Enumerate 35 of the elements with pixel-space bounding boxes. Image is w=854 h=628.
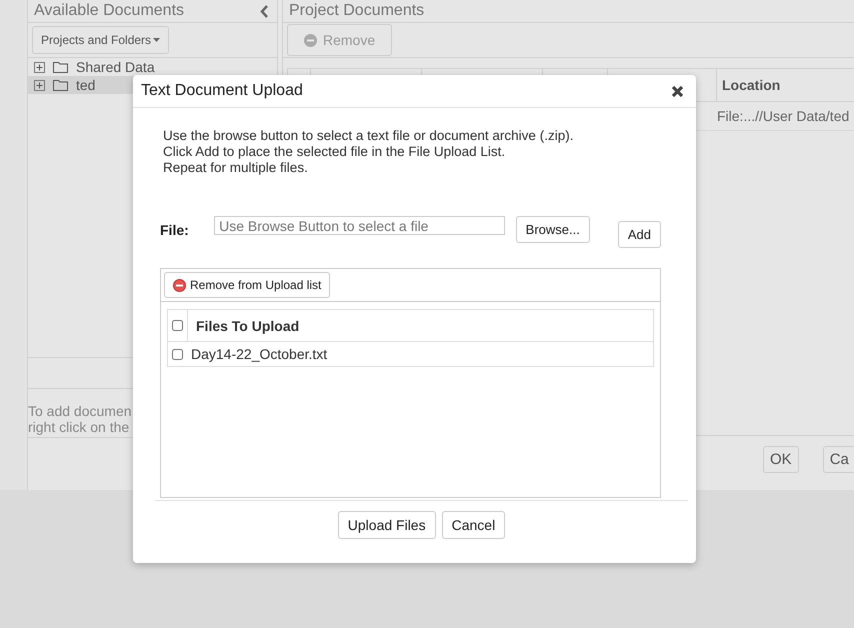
folder-icon — [53, 61, 68, 73]
row-checkbox[interactable] — [172, 348, 183, 360]
expand-icon[interactable] — [34, 62, 45, 72]
column-header: Files To Upload — [187, 310, 300, 341]
footer-button[interactable]: OK — [763, 446, 799, 473]
close-icon[interactable] — [671, 84, 684, 98]
hint-text: right click on the — [28, 419, 130, 435]
tree-label: ted — [76, 77, 96, 93]
remove-from-list-button[interactable]: Remove from Upload list — [164, 272, 330, 298]
hint-text: To add documen — [28, 403, 133, 419]
tree-item[interactable]: Shared Data — [28, 58, 177, 76]
tree-label: Shared Data — [76, 59, 155, 75]
remove-icon — [173, 278, 186, 292]
panel-title: Project Documents — [289, 2, 424, 20]
expand-icon[interactable] — [34, 80, 45, 90]
table-cell-text: File:...//User Data/ted — [717, 107, 850, 126]
instruction-text: Click Add to place the selected file in the File Upload List. — [163, 144, 506, 160]
minus-circle-icon — [304, 34, 317, 46]
panel-title: Available Documents — [34, 2, 184, 20]
folder-icon — [53, 79, 68, 91]
instruction-text: Use the browse button to select a text file or document archive (.zip). — [163, 128, 574, 144]
add-button[interactable]: Add — [618, 221, 661, 248]
column-header: Location — [716, 69, 854, 101]
browse-button[interactable]: Browse... — [516, 216, 590, 243]
file-field[interactable]: Use Browse Button to select a file — [214, 216, 505, 235]
footer-button[interactable]: Ca — [822, 446, 854, 473]
select-all-checkbox[interactable] — [172, 320, 183, 331]
caret-icon — [153, 38, 160, 42]
dialog-button[interactable]: Cancel — [442, 511, 506, 539]
chevron-left-icon[interactable] — [260, 4, 269, 18]
file-label: File: — [160, 222, 190, 238]
instruction-text: Repeat for multiple files. — [163, 160, 309, 176]
dialog-button[interactable]: Upload Files — [338, 511, 436, 539]
projects-dropdown[interactable]: Projects and Folders — [32, 26, 170, 54]
file-name: Day14-22_October.txt — [191, 346, 328, 362]
